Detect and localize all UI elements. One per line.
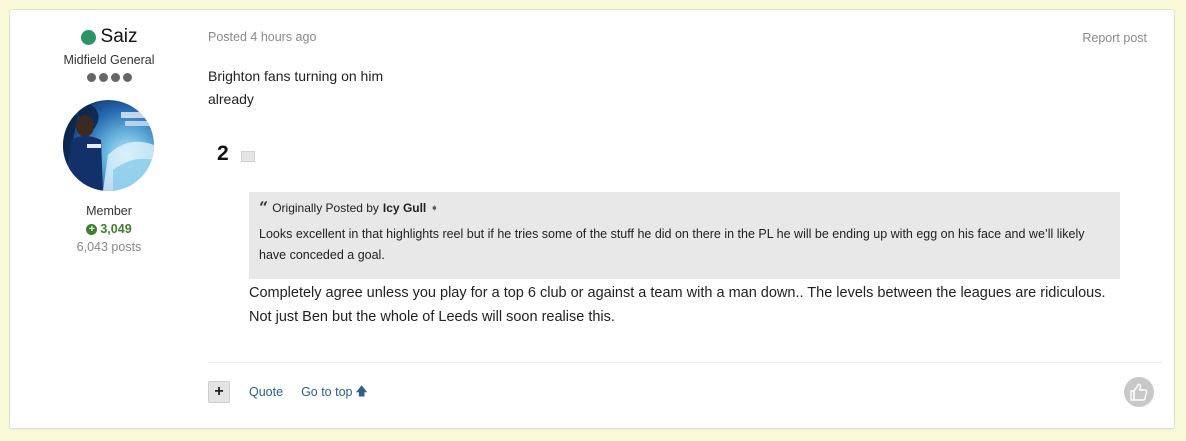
post-card: Saiz Midfield General Member + 3,049 6,0… — [9, 9, 1175, 429]
author-column: Saiz Midfield General Member + 3,049 6,0… — [10, 10, 208, 428]
author-name-row: Saiz — [10, 26, 208, 48]
quote-text: Looks excellent in that highlights reel … — [259, 227, 1085, 262]
quote-button[interactable]: Quote — [249, 385, 283, 399]
reputation: + 3,049 — [10, 222, 208, 236]
report-post-link[interactable]: Report post — [1082, 31, 1147, 45]
quote-header: “ Originally Posted by Icy Gull ➧ — [259, 198, 1110, 217]
plus-circle-icon: + — [86, 223, 98, 235]
online-status-icon — [80, 29, 96, 45]
arrow-up-icon: 🡅 — [355, 383, 368, 398]
quote-prefix: Originally Posted by — [272, 201, 379, 215]
rank-pip — [110, 73, 120, 82]
footer-divider — [208, 362, 1162, 363]
rank-pip — [86, 73, 96, 82]
reply-text: Completely agree unless you play for a t… — [249, 285, 1106, 325]
rank-pips — [10, 73, 208, 82]
post-body-line: already — [208, 91, 254, 107]
thumbs-up-icon — [1130, 383, 1148, 401]
rank-pip — [122, 73, 132, 82]
author-name[interactable]: Saiz — [101, 26, 138, 48]
multiquote-button[interactable]: + — [208, 381, 230, 403]
post-footer: + Quote Go to top 🡅 — [208, 381, 368, 403]
avatar-image — [63, 104, 154, 191]
like-button[interactable] — [1124, 377, 1154, 407]
quote-icon: “ — [259, 198, 269, 217]
post-number: 2 — [217, 142, 229, 165]
author-rank: Midfield General — [63, 53, 155, 67]
member-group: Member — [86, 204, 132, 218]
post-body: Brighton fans turning on him already — [208, 65, 383, 111]
avatar[interactable] — [63, 100, 154, 191]
broken-image-icon — [241, 151, 255, 162]
go-to-top-label: Go to top — [301, 385, 353, 399]
reputation-value: 3,049 — [100, 222, 132, 236]
post-count: 6,043 posts — [76, 240, 142, 254]
post-timestamp: Posted 4 hours ago — [208, 30, 317, 44]
post-body-line: Brighton fans turning on him — [208, 68, 384, 84]
quote-box: “ Originally Posted by Icy Gull ➧ Looks … — [249, 192, 1120, 279]
quote-author[interactable]: Icy Gull — [383, 201, 426, 215]
rank-pip — [98, 73, 108, 82]
go-to-top-link[interactable]: Go to top 🡅 — [301, 382, 368, 403]
view-post-arrow-icon[interactable]: ➧ — [430, 203, 438, 214]
